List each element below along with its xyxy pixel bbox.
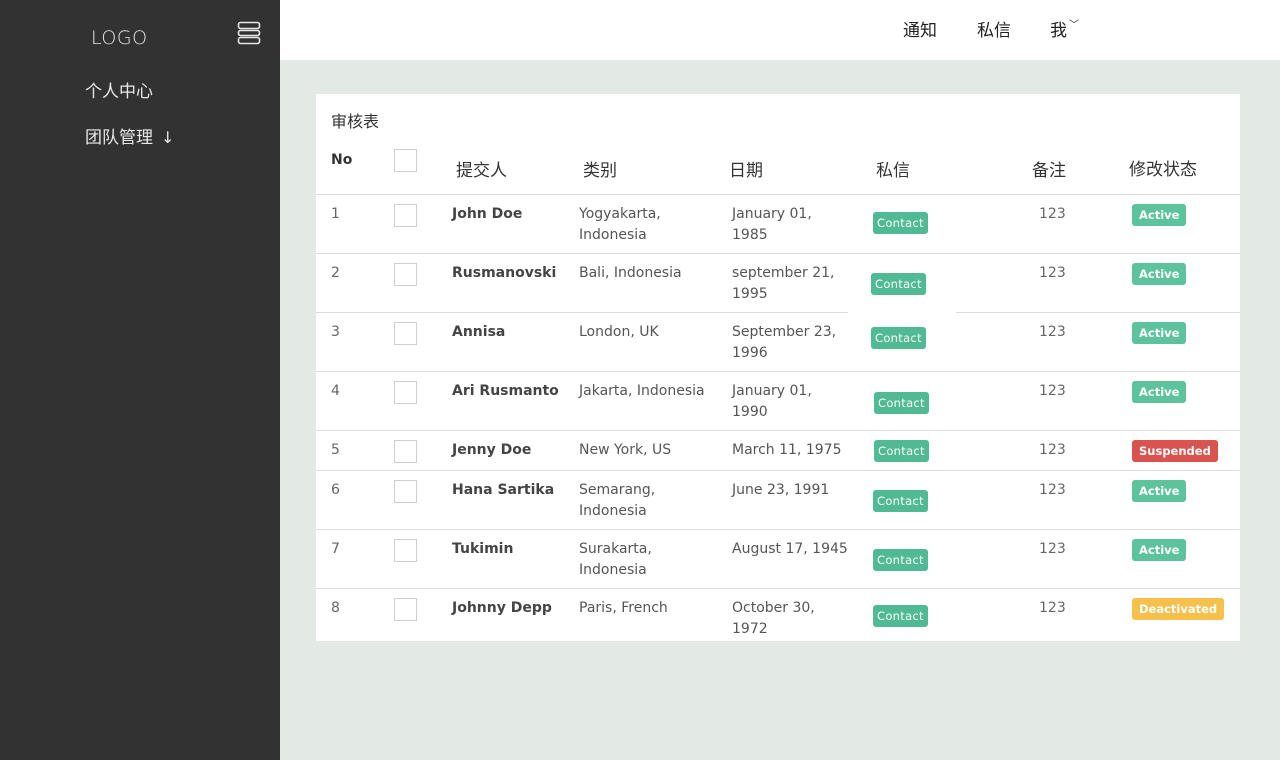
row-checkbox[interactable] [394, 598, 417, 621]
sidebar-item-team-management[interactable]: 团队管理 ↓ [85, 123, 174, 148]
column-header-date: 日期 [729, 161, 763, 181]
date-text: January 01, 1990 [732, 383, 812, 420]
submitter-name: John Doe [452, 206, 523, 222]
note-text: 123 [1039, 324, 1066, 340]
column-header-message: 私信 [876, 161, 910, 181]
column-header-status: 修改状态 [1129, 160, 1197, 180]
menu-toggle-icon[interactable] [237, 21, 261, 45]
note-text: 123 [1039, 265, 1066, 281]
date-text: September 23, 1996 [732, 324, 837, 361]
contact-button[interactable]: Contact [874, 392, 929, 414]
row-number: 3 [331, 324, 340, 340]
status-badge[interactable]: Deactivated [1132, 598, 1225, 620]
category-text: Bali, Indonesia [579, 265, 682, 281]
row-number: 6 [331, 482, 340, 498]
row-checkbox[interactable] [394, 263, 417, 286]
date-text: september 21, 1995 [732, 265, 835, 302]
arrow-down-icon: ↓ [161, 128, 175, 147]
me-menu[interactable]: 我 ﹀ [1050, 16, 1079, 41]
submitter-name: Rusmanovski [452, 265, 557, 281]
chevron-down-icon: ﹀ [1069, 20, 1079, 31]
contact-button[interactable]: Contact [871, 273, 926, 295]
column-header-category: 类别 [583, 161, 617, 181]
date-text: October 30, 1972 [732, 600, 815, 637]
note-text: 123 [1039, 600, 1066, 616]
column-header-submitter: 提交人 [456, 161, 507, 181]
sidebar-item-label: 团队管理 [85, 128, 153, 148]
column-header-no: No [331, 152, 353, 168]
status-badge[interactable]: Active [1132, 539, 1187, 561]
row-divider [956, 312, 1240, 313]
row-checkbox[interactable] [394, 480, 417, 503]
category-text: New York, US [579, 442, 672, 458]
submitter-name: Jenny Doe [452, 442, 532, 458]
top-bar: 通知 私信 我 ﹀ [280, 0, 1280, 60]
status-badge[interactable]: Active [1132, 381, 1187, 403]
row-divider [316, 253, 1240, 254]
category-text: Semarang, Indonesia [579, 482, 656, 519]
row-checkbox[interactable] [394, 381, 417, 404]
category-text: London, UK [579, 324, 659, 340]
messages-link[interactable]: 私信 [977, 16, 1011, 41]
submitter-name: Tukimin [452, 541, 514, 557]
status-badge[interactable]: Active [1132, 322, 1187, 344]
submitter-name: Annisa [452, 324, 506, 340]
notifications-link[interactable]: 通知 [903, 16, 937, 41]
row-number: 2 [331, 265, 340, 281]
contact-button[interactable]: Contact [873, 549, 928, 571]
submitter-name: Johnny Depp [452, 600, 552, 616]
status-badge[interactable]: Active [1132, 480, 1187, 502]
note-text: 123 [1039, 482, 1066, 498]
category-text: Surakarta, Indonesia [579, 541, 652, 578]
row-checkbox[interactable] [394, 204, 417, 227]
contact-button[interactable]: Contact [874, 440, 929, 462]
row-number: 5 [331, 442, 340, 458]
contact-button[interactable]: Contact [871, 327, 926, 349]
status-badge[interactable]: Active [1132, 263, 1187, 285]
me-label: 我 [1050, 21, 1067, 41]
table-title: 审核表 [331, 112, 380, 131]
note-text: 123 [1039, 541, 1066, 557]
date-text: March 11, 1975 [732, 442, 842, 458]
status-badge[interactable]: Suspended [1132, 440, 1218, 462]
category-text: Jakarta, Indonesia [579, 383, 705, 399]
status-badge[interactable]: Active [1132, 204, 1187, 226]
column-header-note: 备注 [1032, 161, 1066, 181]
contact-button[interactable]: Contact [873, 490, 928, 512]
date-text: August 17, 1945 [732, 541, 848, 557]
row-number: 7 [331, 541, 340, 557]
row-number: 4 [331, 383, 340, 399]
contact-button[interactable]: Contact [873, 212, 928, 234]
row-divider [316, 430, 1240, 431]
category-text: Yogyakarta, Indonesia [579, 206, 661, 243]
date-text: January 01, 1985 [732, 206, 812, 243]
category-text: Paris, French [579, 600, 668, 616]
note-text: 123 [1039, 383, 1066, 399]
submitter-name: Ari Rusmanto [452, 383, 559, 399]
note-text: 123 [1039, 206, 1066, 222]
row-number: 1 [331, 206, 340, 222]
sidebar: LOGO 个人中心 团队管理 ↓ [0, 0, 280, 760]
select-all-checkbox[interactable] [394, 149, 417, 172]
sidebar-item-label: 个人中心 [85, 82, 153, 102]
note-text: 123 [1039, 442, 1066, 458]
row-divider [316, 470, 1240, 471]
row-divider [316, 312, 848, 313]
sidebar-item-personal-center[interactable]: 个人中心 [85, 77, 153, 102]
logo: LOGO [91, 27, 148, 49]
contact-button[interactable]: Contact [873, 605, 928, 627]
row-checkbox[interactable] [394, 539, 417, 562]
row-divider [316, 194, 1240, 195]
submitter-name: Hana Sartika [452, 482, 555, 498]
row-divider [316, 588, 1240, 589]
date-text: June 23, 1991 [732, 482, 830, 498]
row-number: 8 [331, 600, 340, 616]
row-divider [316, 371, 1240, 372]
row-divider [316, 529, 1240, 530]
row-checkbox[interactable] [394, 322, 417, 345]
row-checkbox[interactable] [394, 440, 417, 463]
